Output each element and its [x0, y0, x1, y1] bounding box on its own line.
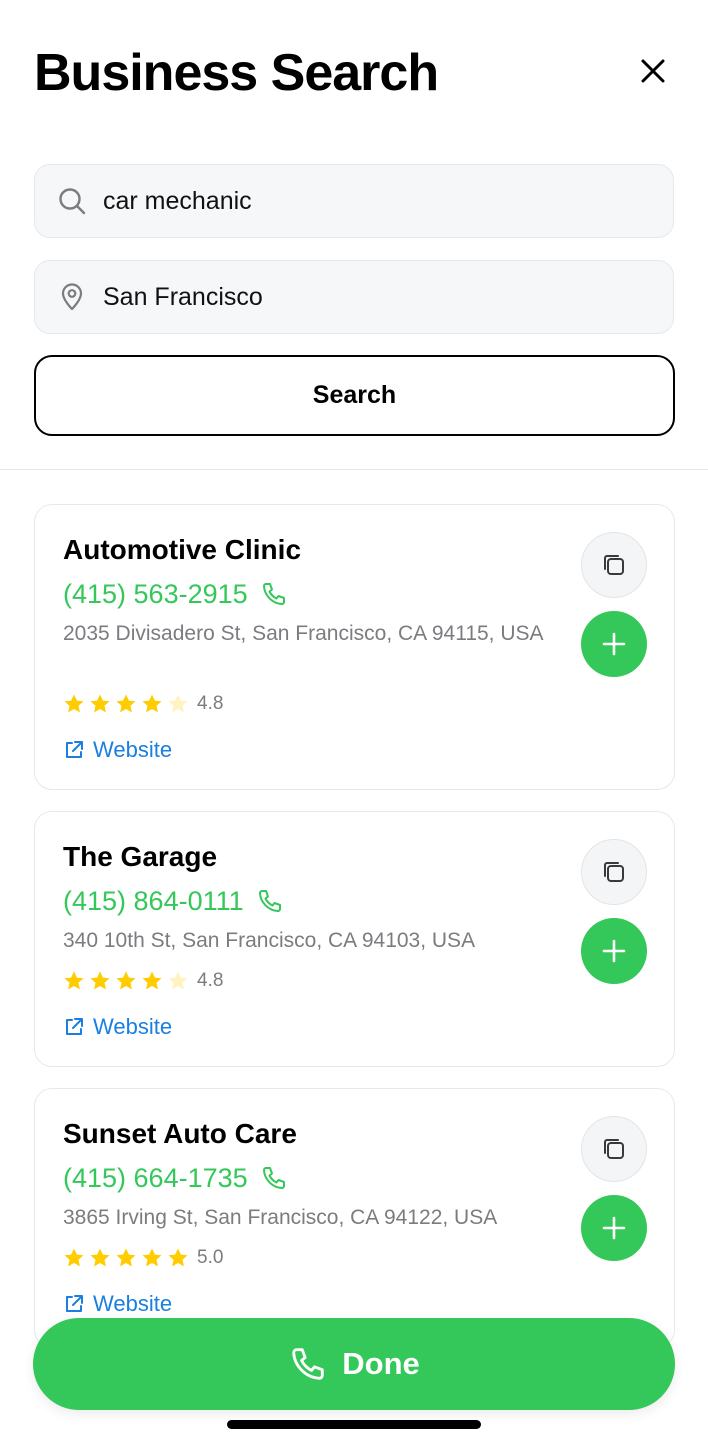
external-link-icon: [66, 1295, 83, 1312]
website-label: Website: [93, 737, 173, 762]
business-address: 2035 Divisadero St, San Francisco, CA 94…: [63, 622, 544, 645]
phone-icon: [262, 1167, 285, 1189]
star-filled-icon: [142, 1248, 162, 1267]
result-card: The Garage (415) 864-0111 340 10th St, S…: [34, 811, 675, 1067]
website-label: Website: [93, 1291, 173, 1316]
phone-link[interactable]: (415) 563-2915: [63, 577, 288, 611]
result-card: Automotive Clinic (415) 563-2915 2035 Di…: [34, 504, 675, 790]
star-filled-icon: [90, 971, 110, 990]
page-title: Business Search: [34, 44, 439, 102]
add-button[interactable]: [581, 1195, 647, 1261]
star-filled-icon: [90, 1248, 110, 1267]
phone-number: (415) 664-1735: [63, 1163, 248, 1193]
star-rating: [63, 1247, 189, 1269]
star-empty-icon: [168, 694, 188, 713]
star-filled-icon: [116, 694, 136, 713]
business-name: The Garage: [63, 841, 218, 872]
business-name: Automotive Clinic: [63, 534, 302, 565]
close-icon[interactable]: [636, 54, 670, 88]
copy-icon: [604, 1139, 624, 1159]
search-button[interactable]: Search: [34, 355, 675, 436]
business-name: Sunset Auto Care: [63, 1118, 297, 1149]
external-link-icon: [66, 1018, 83, 1035]
copy-button[interactable]: [581, 839, 647, 905]
star-filled-icon: [116, 971, 136, 990]
phone-icon: [292, 1348, 324, 1380]
header: Business Search: [34, 40, 674, 110]
plus-icon: [602, 939, 626, 963]
search-field[interactable]: [34, 164, 674, 238]
search-input[interactable]: [103, 186, 623, 216]
phone-icon: [262, 583, 285, 605]
website-link[interactable]: Website: [63, 737, 172, 763]
phone-link[interactable]: (415) 864-0111: [63, 884, 284, 918]
copy-icon: [604, 555, 624, 575]
rating: 4.8: [63, 970, 223, 992]
rating-value: 5.0: [197, 1247, 224, 1268]
copy-button[interactable]: [581, 532, 647, 598]
star-filled-icon: [142, 694, 162, 713]
phone-icon: [258, 890, 281, 912]
rating-value: 4.8: [197, 693, 224, 714]
home-indicator: [227, 1420, 481, 1429]
phone-number: (415) 563-2915: [63, 579, 248, 609]
star-filled-icon: [64, 694, 84, 713]
done-label: Done: [342, 1346, 420, 1381]
location-input[interactable]: [103, 282, 623, 312]
add-button[interactable]: [581, 611, 647, 677]
star-filled-icon: [64, 971, 84, 990]
location-field[interactable]: [34, 260, 674, 334]
star-rating: [63, 970, 189, 992]
location-pin-icon: [61, 283, 83, 311]
add-button[interactable]: [581, 918, 647, 984]
copy-icon: [604, 862, 624, 882]
star-filled-icon: [142, 971, 162, 990]
done-button[interactable]: Done: [33, 1318, 675, 1410]
star-filled-icon: [116, 1248, 136, 1267]
website-link[interactable]: Website: [63, 1291, 172, 1317]
star-filled-icon: [64, 1248, 84, 1267]
phone-link[interactable]: (415) 664-1735: [63, 1161, 288, 1195]
external-link-icon: [66, 741, 83, 758]
rating-value: 4.8: [197, 970, 224, 991]
star-empty-icon: [168, 971, 188, 990]
business-address: 340 10th St, San Francisco, CA 94103, US…: [63, 929, 476, 952]
result-card: Sunset Auto Care (415) 664-1735 3865 Irv…: [34, 1088, 675, 1348]
business-address: 3865 Irving St, San Francisco, CA 94122,…: [63, 1206, 498, 1229]
phone-number: (415) 864-0111: [63, 886, 244, 916]
rating: 5.0: [63, 1247, 223, 1269]
website-link[interactable]: Website: [63, 1014, 172, 1040]
plus-icon: [602, 632, 626, 656]
rating: 4.8: [63, 693, 223, 715]
star-rating: [63, 693, 189, 715]
star-filled-icon: [168, 1248, 188, 1267]
divider: [0, 469, 708, 470]
plus-icon: [602, 1216, 626, 1240]
website-label: Website: [93, 1014, 173, 1039]
search-icon: [59, 188, 86, 215]
copy-button[interactable]: [581, 1116, 647, 1182]
star-filled-icon: [90, 694, 110, 713]
